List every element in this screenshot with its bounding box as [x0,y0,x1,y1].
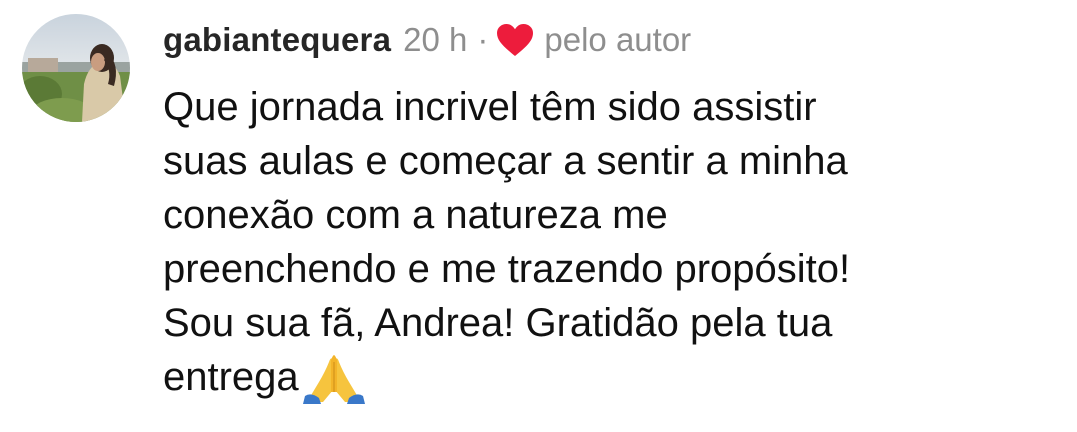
comment-line-text: entrega [163,355,299,399]
separator-dot: · [477,21,489,58]
folded-hands-icon [301,352,367,404]
comment-line: Que jornada incrivel têm sido assistir [163,85,817,129]
comment: gabiantequera 20 h · pelo autor Que jorn… [0,0,1077,432]
comment-line: Sou sua fã, Andrea! Gratidão pela tua [163,301,833,345]
username-link[interactable]: gabiantequera [163,18,391,62]
comment-header: gabiantequera 20 h · pelo autor [163,18,691,62]
comment-text: Que jornada incrivel têm sido assistir s… [163,80,1063,404]
comment-line: suas aulas e começar a sentir a minha [163,139,848,183]
comment-line: conexão com a natureza me [163,193,668,237]
comment-line-last: entrega [163,350,1063,404]
heart-icon [496,23,534,57]
avatar-photo [22,14,130,122]
avatar[interactable] [22,14,130,122]
comment-line: preenchendo e me trazendo propósito! [163,247,851,291]
liked-by-author-label: pelo autor [544,21,692,58]
timestamp[interactable]: 20 h [403,18,467,62]
